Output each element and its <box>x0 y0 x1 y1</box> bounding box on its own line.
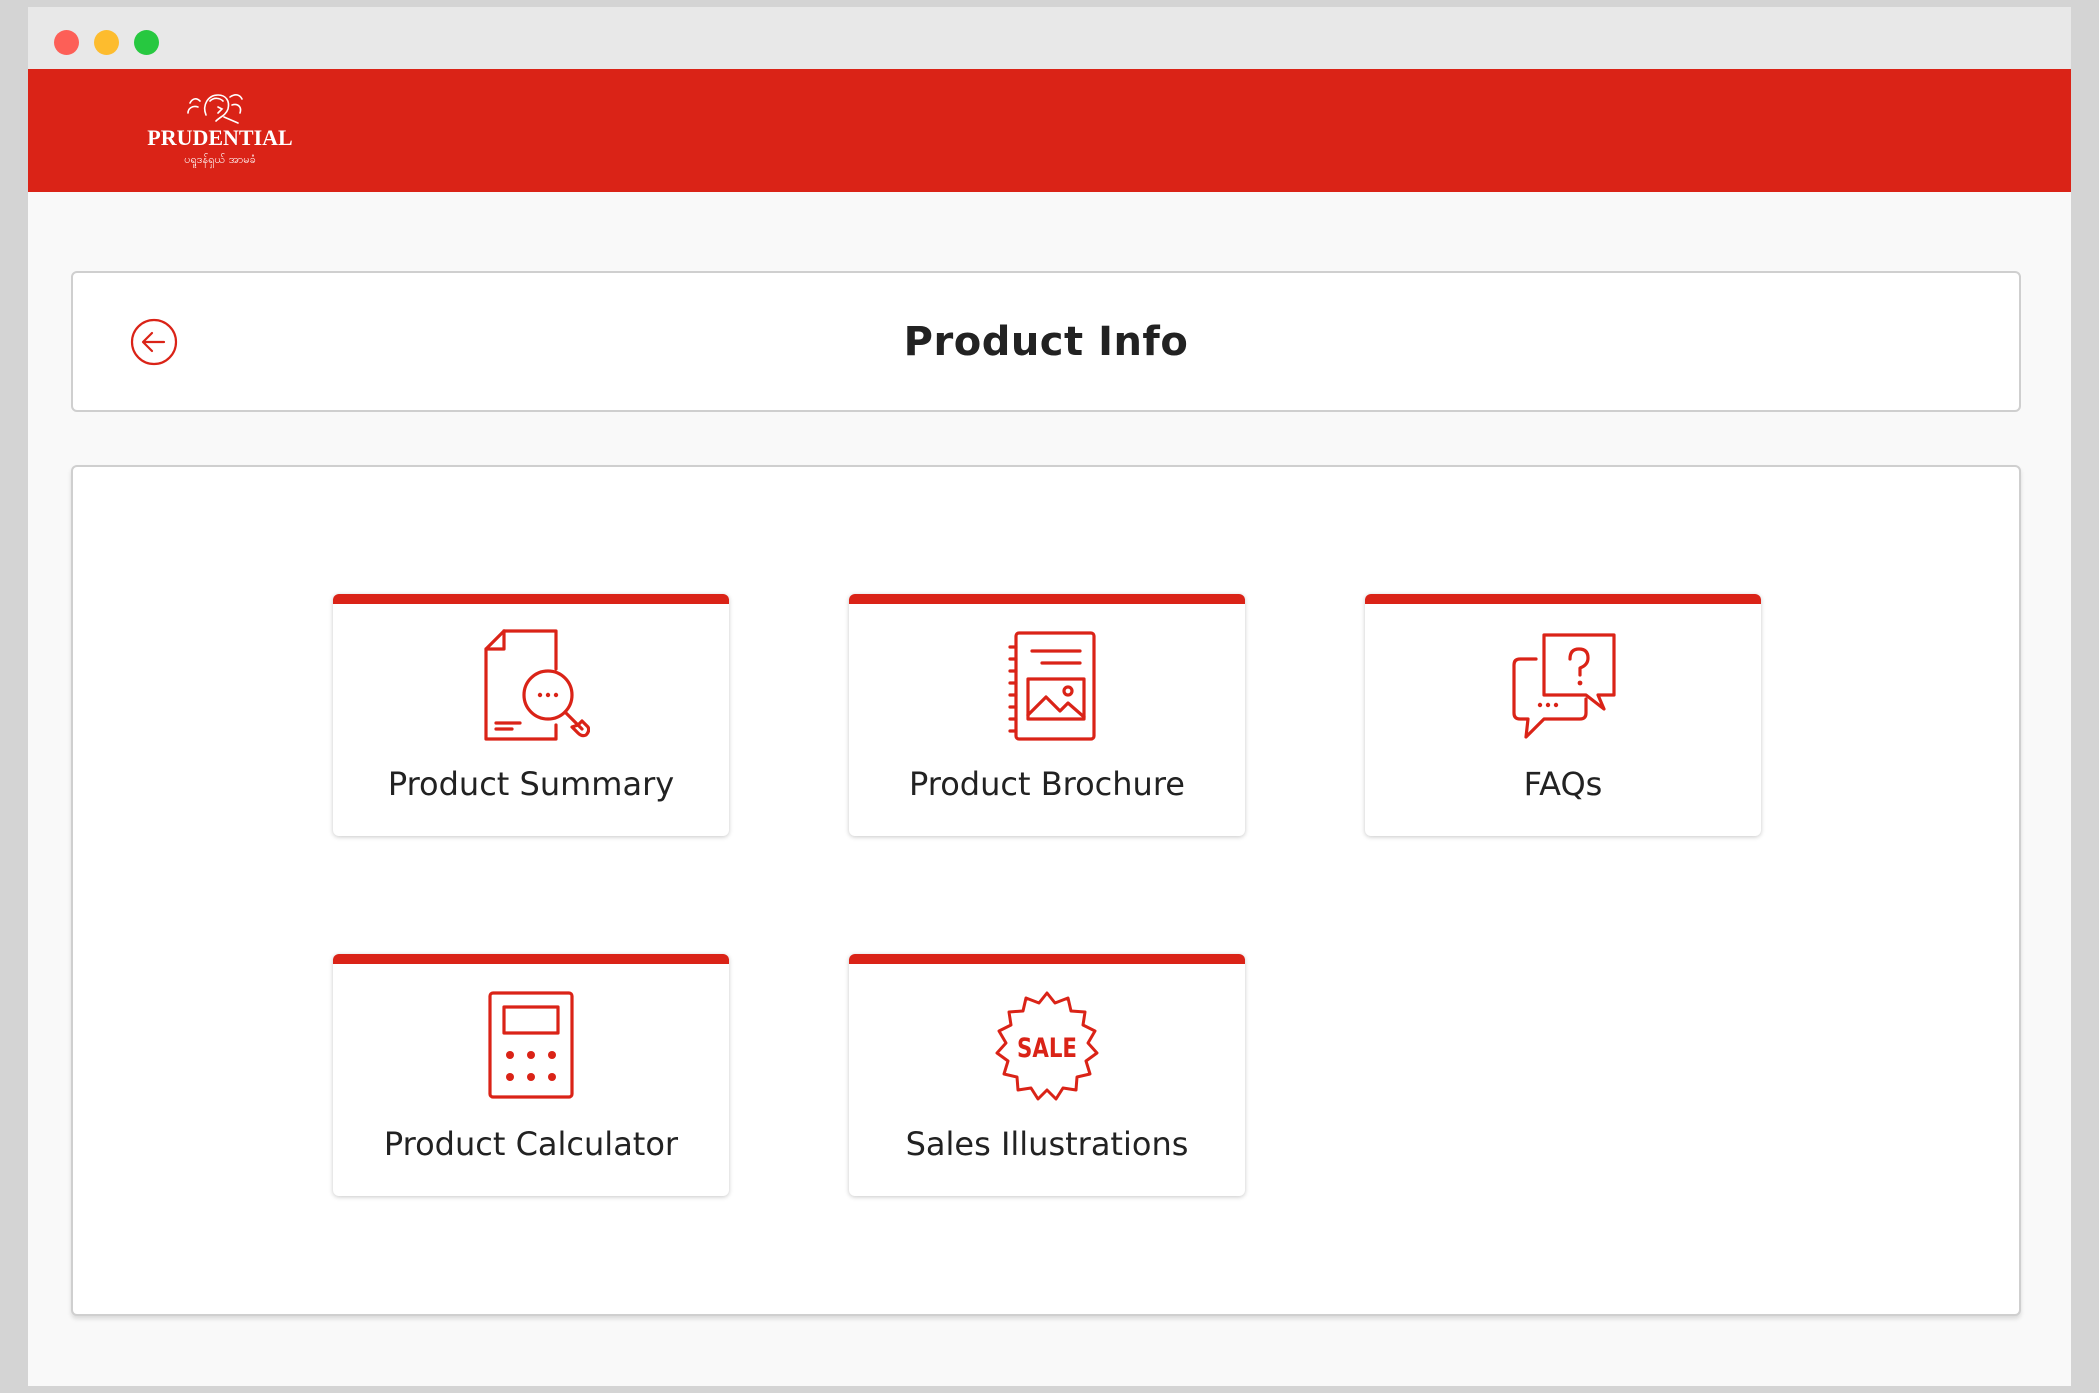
page-header-card: Product Info <box>71 271 2021 412</box>
faqs-tile[interactable]: FAQs <box>1365 594 1761 836</box>
tile-label: FAQs <box>1523 765 1603 803</box>
page-title: Product Info <box>903 319 1189 365</box>
product-menu-panel: Product Summary Product Brochure FAQs Pr… <box>71 465 2021 1316</box>
product-calculator-tile[interactable]: Product Calculator <box>333 954 729 1196</box>
tile-label: Product Calculator <box>383 1125 679 1163</box>
app-window: PRUDENTIAL ပရူဒန်ရှယ် အာမခံ Product Info <box>28 7 2071 1386</box>
product-brochure-tile[interactable]: Product Brochure <box>849 594 1245 836</box>
tile-label: Product Summary <box>387 765 675 803</box>
tile-label: Product Brochure <box>909 765 1185 803</box>
brochure-icon <box>1008 631 1096 741</box>
document-search-icon <box>484 629 590 741</box>
sale-badge-icon: SALE <box>995 991 1099 1101</box>
app-header: PRUDENTIAL ပရူဒန်ရှယ် အာမခံ <box>28 69 2071 192</box>
faq-chat-icon <box>1512 633 1616 739</box>
maximize-window-button[interactable] <box>134 30 159 55</box>
svg-text:PRUDENTIAL: PRUDENTIAL <box>147 125 292 150</box>
close-window-button[interactable] <box>54 30 79 55</box>
svg-text:ပရူဒန်ရှယ် အာမခံ: ပရူဒန်ရှယ် အာမခံ <box>184 153 256 168</box>
minimize-window-button[interactable] <box>94 30 119 55</box>
product-summary-tile[interactable]: Product Summary <box>333 594 729 836</box>
svg-text:SALE: SALE <box>1017 1033 1077 1064</box>
sales-illustrations-tile[interactable]: SALE Sales Illustrations <box>849 954 1245 1196</box>
prudential-logo: PRUDENTIAL ပရူဒန်ရှယ် အာမခံ <box>147 94 293 168</box>
window-titlebar <box>28 7 2071 69</box>
calculator-icon <box>488 991 574 1099</box>
tile-label: Sales Illustrations <box>905 1125 1189 1163</box>
